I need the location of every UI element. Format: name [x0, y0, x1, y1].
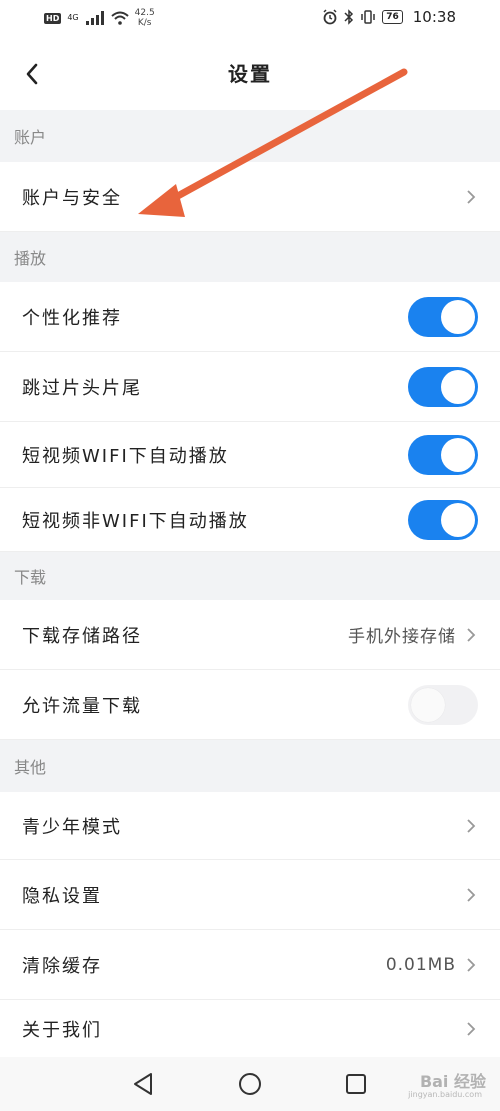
toggle-switch-on[interactable]	[408, 434, 478, 475]
watermark-url: jingyan.baidu.com	[408, 1090, 482, 1099]
back-triangle-icon[interactable]	[130, 1071, 156, 1097]
net-speed-value: 42.5	[134, 8, 155, 18]
row-personalized-recommend: 个性化推荐	[0, 282, 500, 352]
vibrate-icon	[361, 10, 375, 24]
wifi-icon	[110, 11, 129, 25]
chevron-right-icon	[464, 816, 478, 836]
row-label: 账户与安全	[22, 187, 122, 209]
row-label: 短视频非WIFI下自动播放	[22, 510, 249, 532]
page-title: 设置	[228, 62, 272, 86]
row-allow-cellular-download: 允许流量下载	[0, 670, 500, 740]
toggle-switch-off[interactable]	[408, 684, 478, 725]
watermark-logo: Bai 经验	[419, 1072, 486, 1091]
status-bar: HD 4G 42.5 K/s 76 10:38	[0, 0, 500, 38]
row-teen-mode[interactable]: 青少年模式	[0, 792, 500, 860]
status-time: 10:38	[412, 8, 456, 26]
nav-bar: 设置	[0, 38, 500, 110]
row-account-security[interactable]: 账户与安全	[0, 162, 500, 232]
bluetooth-icon	[344, 9, 354, 25]
toggle-switch-on[interactable]	[408, 296, 478, 337]
row-value: 0.01MB	[385, 954, 456, 975]
row-about-us[interactable]: 关于我们	[0, 1000, 500, 1057]
row-privacy-settings[interactable]: 隐私设置	[0, 860, 500, 930]
section-header-account: 账户	[0, 110, 500, 162]
row-label: 跳过片头片尾	[22, 377, 142, 399]
status-right: 76 10:38	[322, 8, 456, 26]
section-header-playback: 播放	[0, 232, 500, 282]
row-label: 短视频WIFI下自动播放	[22, 445, 229, 467]
row-autoplay-wifi: 短视频WIFI下自动播放	[0, 422, 500, 488]
network-type: 4G	[67, 13, 79, 22]
row-label: 清除缓存	[22, 955, 102, 977]
signal-icon	[85, 11, 104, 25]
status-left: HD 4G 42.5 K/s	[44, 8, 155, 28]
hd-badge: HD	[44, 12, 62, 24]
chevron-right-icon	[464, 1019, 478, 1039]
net-speed: 42.5 K/s	[135, 8, 155, 28]
row-label: 个性化推荐	[22, 307, 122, 329]
toggle-knob	[441, 299, 475, 334]
section-header-other: 其他	[0, 740, 500, 792]
row-value: 手机外接存储	[348, 627, 456, 647]
row-autoplay-non-wifi: 短视频非WIFI下自动播放	[0, 488, 500, 552]
chevron-right-icon	[464, 187, 478, 207]
toggle-switch-on[interactable]	[408, 499, 478, 540]
chevron-right-icon	[464, 885, 478, 905]
battery-indicator: 76	[382, 10, 403, 24]
row-download-path[interactable]: 下载存储路径 手机外接存储	[0, 600, 500, 670]
toggle-knob	[441, 369, 475, 404]
alarm-icon	[323, 9, 337, 25]
recents-square-icon[interactable]	[343, 1071, 369, 1097]
chevron-right-icon	[464, 955, 478, 975]
row-label: 关于我们	[22, 1019, 102, 1041]
net-speed-unit: K/s	[137, 18, 152, 28]
toggle-knob	[411, 687, 445, 722]
row-clear-cache[interactable]: 清除缓存 0.01MB	[0, 930, 500, 1000]
row-label: 允许流量下载	[22, 695, 142, 717]
section-header-download: 下载	[0, 552, 500, 600]
toggle-knob	[441, 437, 475, 472]
home-circle-icon[interactable]	[237, 1071, 263, 1097]
row-label: 隐私设置	[22, 885, 102, 907]
chevron-right-icon	[464, 625, 478, 645]
toggle-knob	[441, 502, 475, 537]
row-label: 青少年模式	[22, 816, 122, 838]
toggle-switch-on[interactable]	[408, 366, 478, 407]
row-skip-intro-outro: 跳过片头片尾	[0, 352, 500, 422]
row-label: 下载存储路径	[22, 625, 142, 647]
